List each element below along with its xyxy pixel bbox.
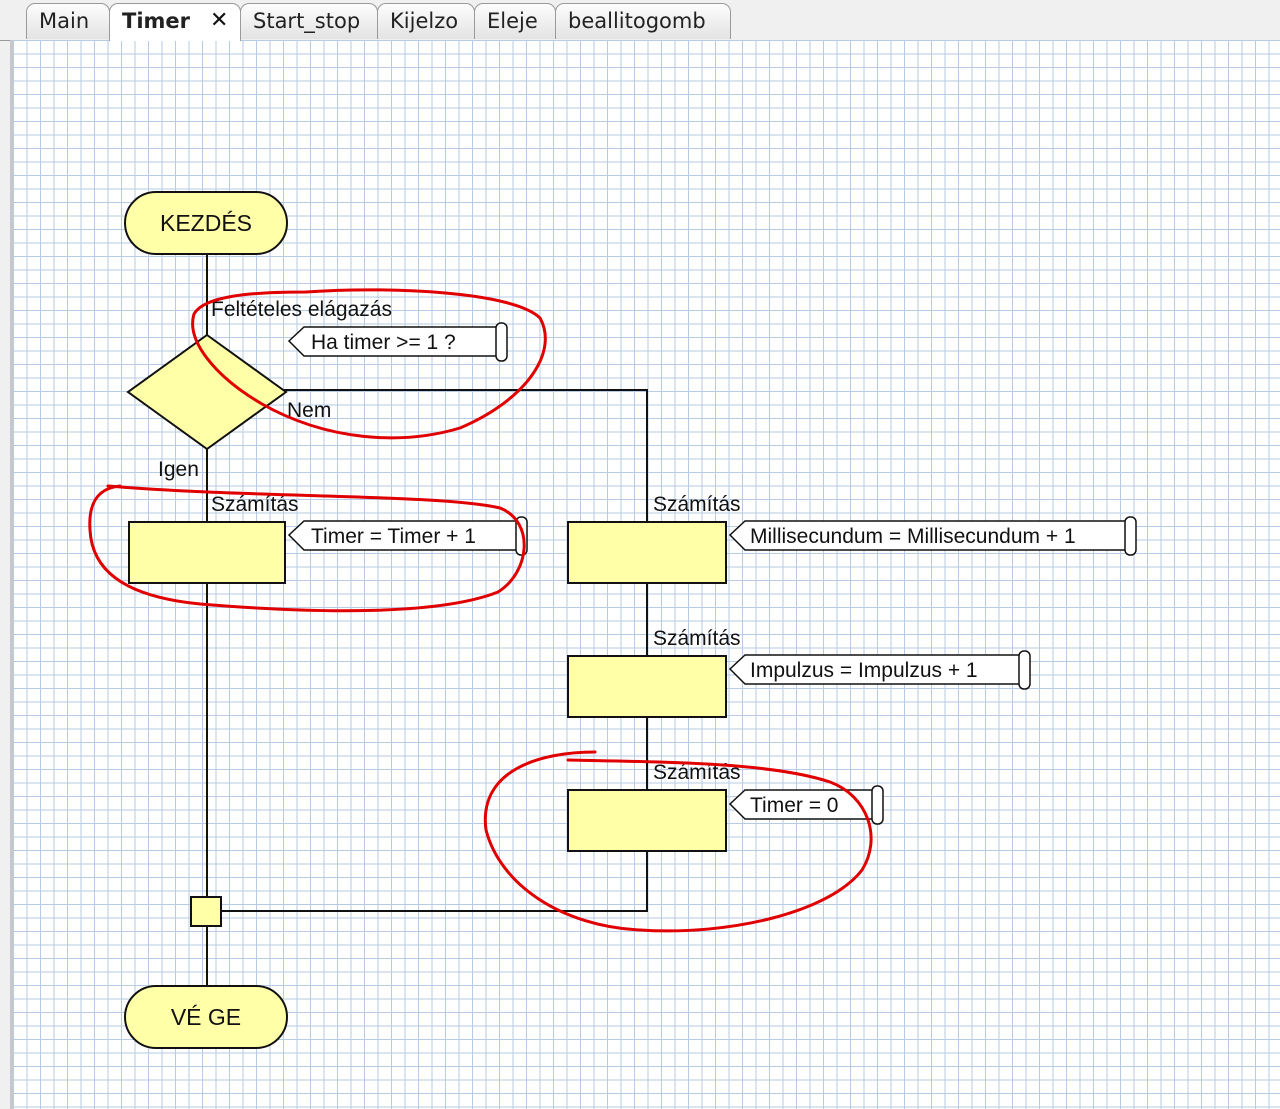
flowchart: KEZDÉS Feltételes elágazás Ha timer >= 1… bbox=[88, 191, 1137, 1049]
expression-scroll[interactable]: Impulzus = Impulzus + 1 bbox=[728, 650, 1031, 690]
end-label: VÉ GE bbox=[171, 1004, 241, 1030]
process-block-impulzus[interactable]: Számítás Impulzus = Impulzus + 1 bbox=[567, 627, 1031, 718]
process-block-yes[interactable]: Számítás Timer = Timer + 1 bbox=[128, 493, 528, 584]
close-icon[interactable]: ✕ bbox=[210, 4, 228, 38]
decision-title: Feltételes elágazás bbox=[211, 298, 392, 321]
process-block-timer-reset[interactable]: Számítás Timer = 0 bbox=[567, 761, 884, 852]
block-expression: Millisecundum = Millisecundum + 1 bbox=[750, 525, 1076, 548]
expression-scroll[interactable]: Timer = Timer + 1 bbox=[287, 516, 528, 556]
start-label: KEZDÉS bbox=[160, 210, 252, 236]
block-expression: Impulzus = Impulzus + 1 bbox=[750, 659, 978, 682]
block-expression: Timer = 0 bbox=[750, 794, 839, 817]
block-title: Számítás bbox=[211, 493, 299, 516]
yes-label: Igen bbox=[158, 458, 199, 481]
block-expression: Timer = Timer + 1 bbox=[311, 525, 476, 548]
block-title: Számítás bbox=[653, 627, 741, 650]
tab-label: Timer bbox=[122, 9, 191, 33]
condition-scroll[interactable]: Ha timer >= 1 ? bbox=[287, 322, 508, 362]
end-terminal[interactable]: VÉ GE bbox=[124, 985, 288, 1049]
decision-condition: Ha timer >= 1 ? bbox=[311, 331, 456, 354]
junction-node[interactable] bbox=[190, 896, 222, 927]
tab-timer[interactable]: Timer ✕ bbox=[109, 3, 241, 41]
process-block-millisecundum[interactable]: Számítás Millisecundum = Millisecundum +… bbox=[567, 493, 1137, 584]
block-title: Számítás bbox=[653, 493, 741, 516]
connector-lines bbox=[206, 252, 648, 986]
start-terminal[interactable]: KEZDÉS bbox=[124, 191, 288, 255]
expression-scroll[interactable]: Millisecundum = Millisecundum + 1 bbox=[728, 516, 1137, 556]
